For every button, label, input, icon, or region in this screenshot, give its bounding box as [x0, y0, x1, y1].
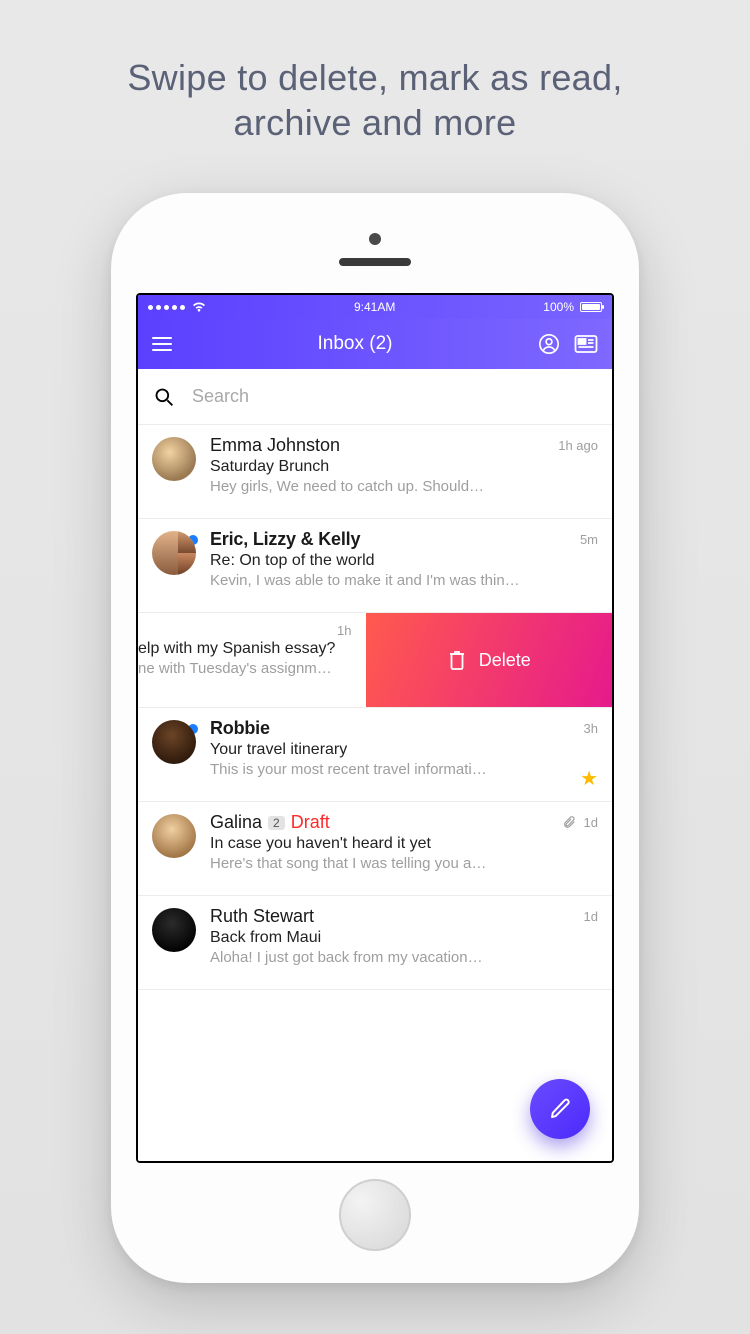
search-bar[interactable] [138, 369, 612, 425]
status-time: 9:41AM [354, 300, 395, 314]
email-snippet: This is your most recent travel informat… [210, 761, 598, 778]
email-list[interactable]: Emma Johnston 1h ago Saturday Brunch Hey… [138, 425, 612, 1161]
sender-name: Ruth Stewart [210, 906, 314, 927]
battery-status: 100% [543, 300, 602, 314]
avatar [152, 531, 196, 575]
app-header: Inbox (2) [138, 319, 612, 369]
delete-label: Delete [479, 650, 531, 671]
app-screen: 9:41AM 100% Inbox (2) [136, 293, 614, 1163]
email-time: 5m [580, 532, 598, 547]
email-subject: Saturday Brunch [210, 458, 598, 476]
avatar [152, 814, 196, 858]
email-row[interactable]: Ruth Stewart 1d Back from Maui Aloha! I … [138, 896, 612, 990]
email-time: 1h [337, 623, 351, 638]
trash-icon [447, 649, 467, 671]
email-row[interactable]: Robbie 3h Your travel itinerary This is … [138, 708, 612, 802]
avatar [152, 720, 196, 764]
search-input[interactable] [192, 386, 596, 407]
email-snippet: Here's that song that I was telling you … [210, 855, 598, 872]
avatar [152, 908, 196, 952]
email-time: 3h [584, 721, 598, 736]
attachment-icon [562, 815, 580, 830]
page-title: Inbox (2) [172, 333, 538, 355]
status-bar: 9:41AM 100% [138, 295, 612, 319]
star-icon[interactable]: ★ [580, 766, 598, 791]
carrier-signal [148, 302, 206, 312]
menu-button[interactable] [152, 337, 172, 351]
wifi-icon [192, 302, 206, 312]
email-time: 1d [584, 909, 598, 924]
email-time: 1h ago [558, 438, 598, 453]
sender-name: Eric, Lizzy & Kelly [210, 529, 360, 550]
email-snippet: Kevin, I was able to make it and I'm was… [210, 572, 598, 589]
email-snippet: Aloha! I just got back from my vacation… [210, 949, 598, 966]
compose-button[interactable] [530, 1079, 590, 1139]
email-subject: Back from Maui [210, 929, 598, 947]
account-icon[interactable] [538, 333, 560, 355]
email-row[interactable]: Eric, Lizzy & Kelly 5m Re: On top of the… [138, 519, 612, 613]
email-row[interactable]: Emma Johnston 1h ago Saturday Brunch Hey… [138, 425, 612, 519]
news-icon[interactable] [574, 334, 598, 354]
sender-name: Emma Johnston [210, 435, 340, 456]
email-subject: Your travel itinerary [210, 741, 598, 759]
email-subject: In case you haven't heard it yet [210, 835, 598, 853]
email-subject: Re: On top of the world [210, 552, 598, 570]
swipe-delete-action[interactable]: Delete [366, 613, 612, 707]
pencil-icon [548, 1097, 572, 1121]
email-subject: elp with my Spanish essay? [138, 640, 352, 658]
avatar [152, 437, 196, 481]
email-time: 1d [562, 815, 598, 830]
email-snippet: ne with Tuesday's assignm… [138, 660, 352, 677]
phone-frame: 9:41AM 100% Inbox (2) [111, 193, 639, 1283]
email-row[interactable]: Galina 2 Draft 1d In case you haven't he… [138, 802, 612, 896]
sender-name: Galina [210, 812, 262, 833]
email-row-swiped[interactable]: 1h elp with my Spanish essay? ne with Tu… [138, 613, 612, 708]
email-snippet: Hey girls, We need to catch up. Should… [210, 478, 598, 495]
search-icon [154, 387, 174, 407]
draft-label: Draft [291, 812, 330, 833]
sender-name: Robbie [210, 718, 270, 739]
thread-count-badge: 2 [268, 816, 285, 830]
promo-headline: Swipe to delete, mark as read, archive a… [127, 55, 622, 145]
